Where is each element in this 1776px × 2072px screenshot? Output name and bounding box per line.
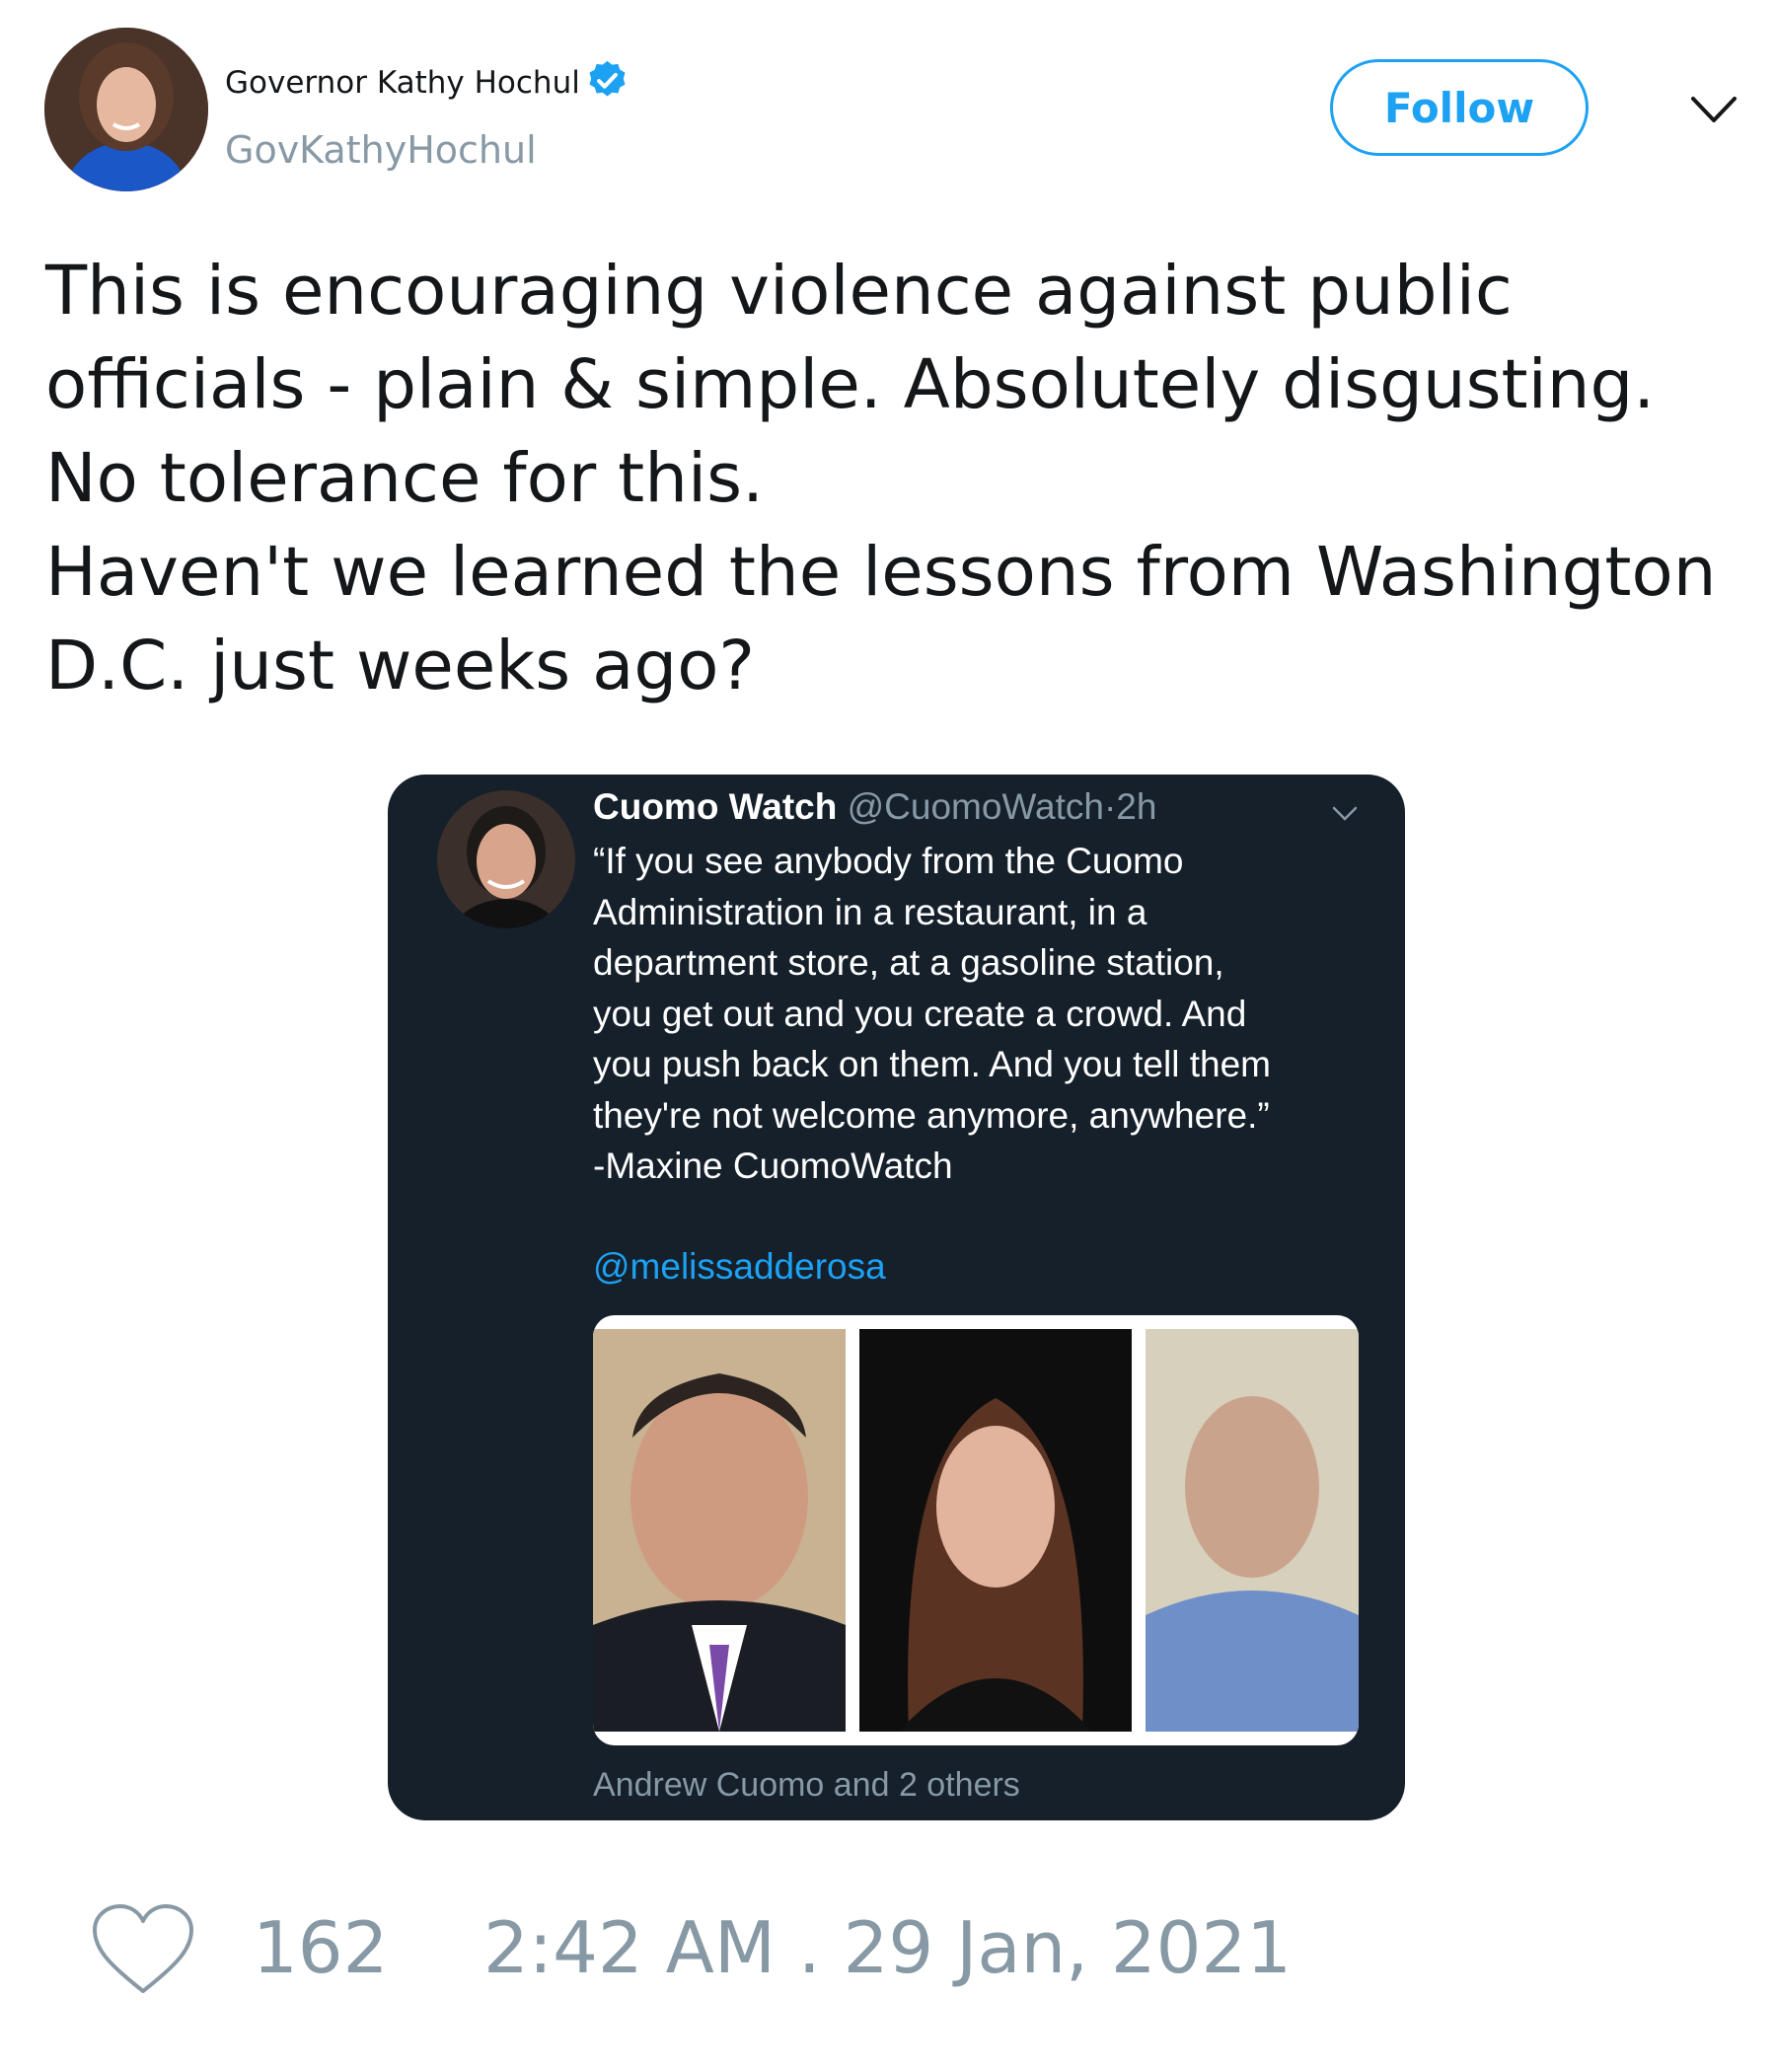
dot-separator: · <box>1103 786 1117 827</box>
mention-link[interactable]: @melissadderosa <box>593 1246 886 1288</box>
quoted-author-handle[interactable]: @CuomoWatch <box>848 786 1104 827</box>
tweet-text: This is encouraging violence against pub… <box>45 252 1717 705</box>
like-count: 162 <box>253 1906 389 1989</box>
author-name[interactable]: Governor Kathy Hochul <box>225 65 580 101</box>
verified-badge-icon <box>589 60 626 97</box>
quoted-text: “If you see anybody from the Cuomo Admin… <box>593 841 1271 1186</box>
quoted-header: Cuomo Watch @CuomoWatch·2h <box>593 786 1156 828</box>
chevron-down-icon[interactable] <box>1689 91 1739 130</box>
person-photo <box>859 1329 1132 1732</box>
quoted-time: 2h <box>1116 786 1157 827</box>
photo-2[interactable] <box>859 1329 1132 1732</box>
tweet-timestamp[interactable]: 2:42 AM . 29 Jan, 2021 <box>483 1906 1292 1989</box>
photo-3[interactable] <box>1146 1329 1359 1732</box>
avatar-photo <box>44 28 208 191</box>
chevron-down-icon[interactable] <box>1330 802 1360 826</box>
person-photo <box>593 1329 846 1732</box>
quoted-author-name[interactable]: Cuomo Watch <box>593 786 837 827</box>
avatar-photo <box>437 790 575 928</box>
person-photo <box>1146 1329 1359 1732</box>
photo-grid[interactable] <box>593 1315 1359 1745</box>
photo-tags-caption[interactable]: Andrew Cuomo and 2 others <box>593 1766 1020 1805</box>
quoted-avatar <box>437 790 575 928</box>
author-handle[interactable]: GovKathyHochul <box>225 128 537 172</box>
follow-button[interactable]: Follow <box>1330 59 1589 156</box>
author-avatar[interactable] <box>44 28 208 191</box>
photo-1[interactable] <box>593 1329 846 1732</box>
heart-icon[interactable] <box>91 1902 195 1997</box>
quoted-tweet-card[interactable]: Cuomo Watch @CuomoWatch·2h “If you see a… <box>388 775 1405 1820</box>
